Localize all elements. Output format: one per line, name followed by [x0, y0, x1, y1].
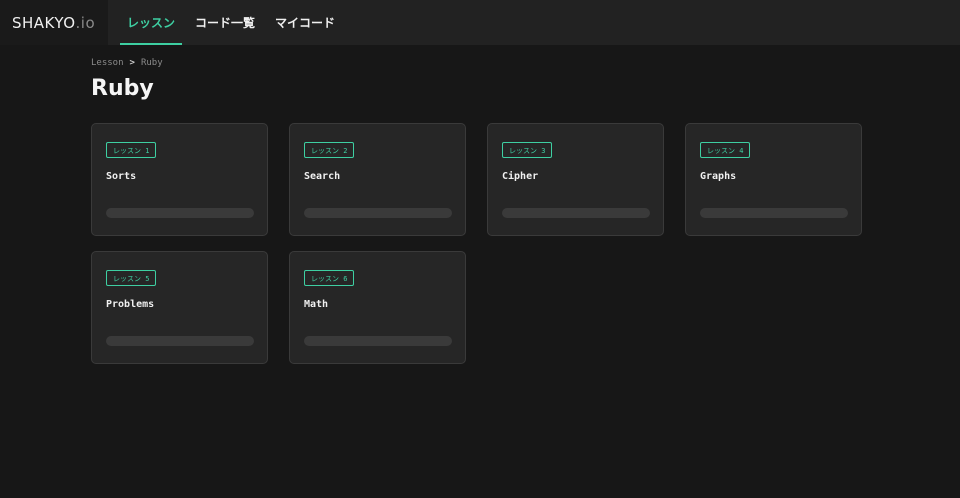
lesson-progress-bar	[502, 208, 650, 218]
nav-item-code-list[interactable]: コード一覧	[188, 0, 262, 45]
nav-item-lessons[interactable]: レッスン	[120, 0, 183, 45]
lesson-title: Cipher	[502, 171, 539, 182]
brand-suffix: .io	[75, 13, 96, 32]
lesson-grid: レッスン 1 Sorts レッスン 2 Search レッスン 3 Cipher…	[91, 123, 862, 364]
lesson-progress-bar	[106, 336, 254, 346]
lesson-badge: レッスン 5	[106, 270, 157, 286]
lesson-title: Sorts	[106, 171, 137, 182]
lesson-card-sorts[interactable]: レッスン 1 Sorts	[91, 123, 268, 236]
lesson-card-problems[interactable]: レッスン 5 Problems	[91, 251, 268, 364]
lesson-card-cipher[interactable]: レッスン 3 Cipher	[487, 123, 664, 236]
top-header: SHAKYO .io レッスン コード一覧 マイコード	[0, 0, 960, 45]
page-title: Ruby	[91, 76, 154, 101]
breadcrumb: Lesson > Ruby	[91, 58, 163, 68]
lesson-progress-bar	[304, 336, 452, 346]
lesson-progress-bar	[304, 208, 452, 218]
main-nav: レッスン コード一覧 マイコード	[108, 0, 348, 45]
breadcrumb-root[interactable]: Lesson	[91, 58, 124, 68]
lesson-badge: レッスン 4	[700, 142, 751, 158]
lesson-badge: レッスン 3	[502, 142, 553, 158]
breadcrumb-separator: >	[129, 58, 135, 68]
lesson-card-graphs[interactable]: レッスン 4 Graphs	[685, 123, 862, 236]
breadcrumb-current: Ruby	[140, 58, 163, 68]
lesson-progress-bar	[106, 208, 254, 218]
brand-name: SHAKYO	[12, 13, 76, 32]
lesson-title: Graphs	[700, 171, 737, 182]
lesson-title: Problems	[106, 299, 155, 310]
lesson-title: Math	[304, 299, 329, 310]
lesson-title: Search	[304, 171, 341, 182]
lesson-badge: レッスン 6	[304, 270, 355, 286]
brand-logo[interactable]: SHAKYO .io	[0, 0, 108, 45]
lesson-card-math[interactable]: レッスン 6 Math	[289, 251, 466, 364]
lesson-progress-bar	[700, 208, 848, 218]
lesson-badge: レッスン 1	[106, 142, 157, 158]
nav-item-my-code[interactable]: マイコード	[268, 0, 342, 45]
lesson-card-search[interactable]: レッスン 2 Search	[289, 123, 466, 236]
lesson-badge: レッスン 2	[304, 142, 355, 158]
